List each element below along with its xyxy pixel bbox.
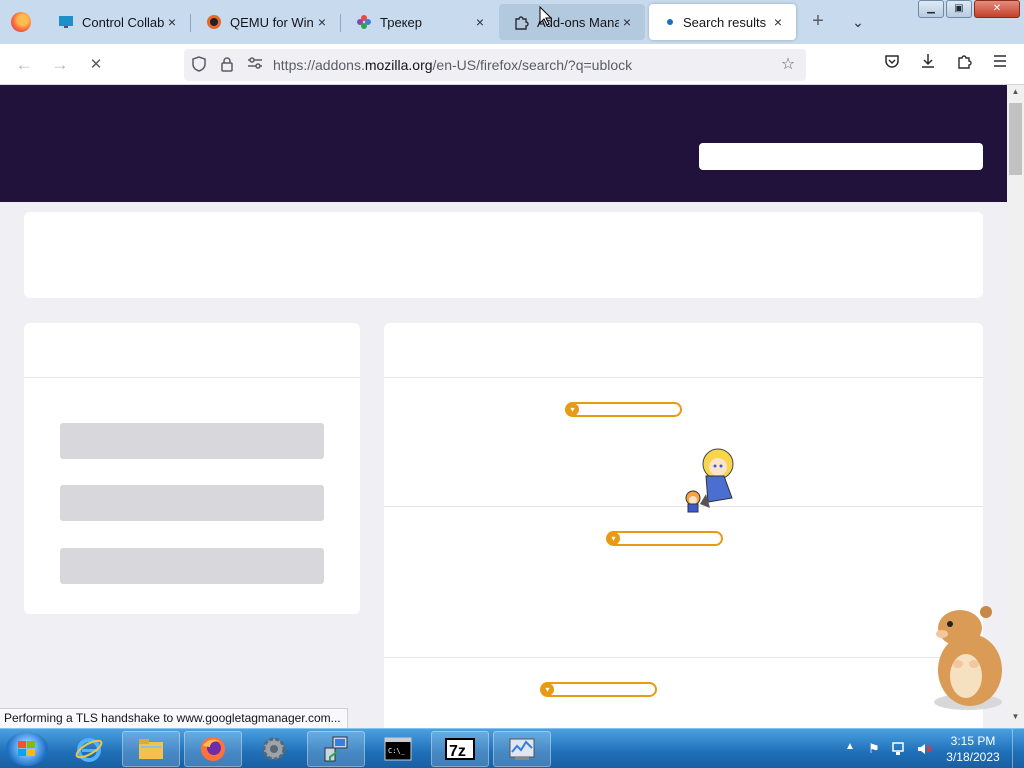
skeleton-filter-2	[60, 485, 324, 521]
7zip-icon[interactable]: 7z	[431, 731, 489, 767]
download-icon[interactable]	[917, 53, 939, 75]
hamster-sprite-icon	[934, 606, 1002, 710]
filter-card	[24, 323, 360, 614]
rating-placeholder: ▾	[606, 531, 723, 546]
list-all-tabs-button[interactable]: ⌄	[846, 10, 870, 34]
clock-time: 3:15 PM	[950, 734, 996, 748]
stop-button[interactable]: ✕	[83, 52, 109, 78]
url-text[interactable]: https://addons.mozilla.org/en-US/firefox…	[273, 57, 632, 73]
scroll-up-arrow-icon[interactable]: ▲	[1007, 87, 1024, 101]
tab-qemu[interactable]: QEMU for Windows ×	[192, 4, 341, 40]
back-button[interactable]: ←	[11, 52, 37, 78]
search-input[interactable]	[699, 143, 983, 170]
trophy-icon: ▾	[541, 683, 554, 696]
minimize-button[interactable]: ▁	[918, 0, 944, 18]
network-computer-icon[interactable]	[307, 731, 365, 767]
lock-icon[interactable]	[218, 56, 236, 74]
url-bar[interactable]: https://addons.mozilla.org/en-US/firefox…	[184, 49, 806, 81]
permissions-icon[interactable]	[246, 56, 264, 74]
pocket-icon[interactable]	[881, 53, 903, 75]
start-button[interactable]	[6, 732, 48, 766]
menu-icon[interactable]	[989, 53, 1011, 75]
url-prefix: https://addons.	[273, 57, 365, 73]
page-scrollbar[interactable]: ▲ ▼	[1007, 85, 1024, 728]
divider	[24, 377, 360, 378]
firefox-icon[interactable]	[184, 731, 242, 767]
rating-placeholder: ▾	[540, 682, 657, 697]
system-clock[interactable]: 3:15 PM 3/18/2023	[940, 733, 1006, 765]
tab-search-results[interactable]: Search results for ×	[649, 4, 796, 40]
pinwheel-icon	[356, 14, 372, 30]
page-content: ▾ ▾ ▾	[0, 85, 1007, 728]
monitor-icon	[58, 14, 74, 30]
scroll-down-arrow-icon[interactable]: ▼	[1007, 712, 1024, 726]
skeleton-filter-3	[60, 548, 324, 584]
close-icon[interactable]: ×	[472, 14, 488, 30]
network-icon[interactable]	[891, 741, 907, 757]
performance-monitor-icon[interactable]	[493, 731, 551, 767]
bookmark-star-icon[interactable]: ☆	[779, 56, 797, 74]
close-icon[interactable]: ×	[619, 14, 635, 30]
tab-addons-manager[interactable]: Add-ons Manager ×	[499, 4, 645, 40]
action-center-flag-icon[interactable]: ⚑	[866, 741, 882, 757]
divider	[384, 377, 983, 378]
command-prompt-label: C:\_	[388, 747, 406, 755]
close-window-button[interactable]: ✕	[974, 0, 1020, 18]
tab-title: Трекер	[380, 14, 422, 30]
windows-taskbar: C:\_ 7z ▲ ⚑ 3:15 PM 3/18/2023	[0, 728, 1024, 768]
clock-date: 3/18/2023	[946, 750, 1000, 764]
trophy-icon: ▾	[607, 532, 620, 545]
rating-placeholder: ▾	[565, 402, 682, 417]
volume-muted-icon[interactable]	[916, 741, 932, 757]
show-hidden-icons-arrow-icon[interactable]: ▲	[845, 741, 855, 752]
show-desktop-button[interactable]	[1012, 729, 1024, 768]
url-path: /en-US/firefox/search/?q=ublock	[432, 57, 633, 73]
extensions-icon[interactable]	[953, 53, 975, 75]
puzzle-icon	[513, 14, 529, 30]
skeleton-filter-1	[60, 423, 324, 459]
banner-card-placeholder	[24, 212, 983, 298]
tab-title: Search results for	[683, 14, 770, 30]
qemu-icon	[206, 14, 222, 30]
navigation-toolbar: ← → ✕ https://addons.mozilla.org/en-US/f…	[0, 44, 1024, 85]
tab-tracker[interactable]: Трекер ×	[342, 4, 498, 40]
close-icon[interactable]: ×	[164, 14, 180, 30]
tab-title: QEMU for Windows	[230, 14, 314, 30]
internet-explorer-icon[interactable]	[60, 731, 118, 767]
firefox-view-icon[interactable]	[11, 12, 31, 32]
forward-button[interactable]: →	[47, 52, 73, 78]
url-host: mozilla.org	[364, 57, 433, 73]
tracking-protection-shield-icon[interactable]	[190, 56, 208, 74]
windows-logo-icon	[18, 741, 35, 756]
trophy-icon: ▾	[566, 403, 579, 416]
anime-character-sprite-icon	[685, 448, 734, 513]
tab-control-collabora[interactable]: Control Collabora ×	[44, 4, 191, 40]
tab-bar: Control Collabora × QEMU for Windows × Т…	[0, 0, 1024, 44]
new-tab-button[interactable]: +	[806, 10, 830, 34]
close-icon[interactable]: ×	[314, 14, 330, 30]
window-controls: ▁ ▣ ✕	[918, 0, 1024, 20]
settings-gear-icon[interactable]	[245, 731, 303, 767]
site-header	[0, 85, 1007, 202]
file-explorer-icon[interactable]	[122, 731, 180, 767]
command-prompt-icon[interactable]: C:\_	[369, 731, 427, 767]
7zip-label: 7z	[449, 743, 466, 760]
loading-dot	[667, 19, 673, 25]
status-text: Performing a TLS handshake to www.google…	[0, 708, 348, 729]
tab-title: Control Collabora	[82, 14, 164, 30]
search-results-card: ▾ ▾ ▾	[384, 323, 983, 728]
divider	[384, 657, 983, 658]
scroll-thumb[interactable]	[1009, 103, 1022, 175]
maximize-button[interactable]: ▣	[946, 0, 972, 18]
close-icon[interactable]: ×	[770, 14, 786, 30]
mouse-cursor-icon	[539, 6, 553, 26]
